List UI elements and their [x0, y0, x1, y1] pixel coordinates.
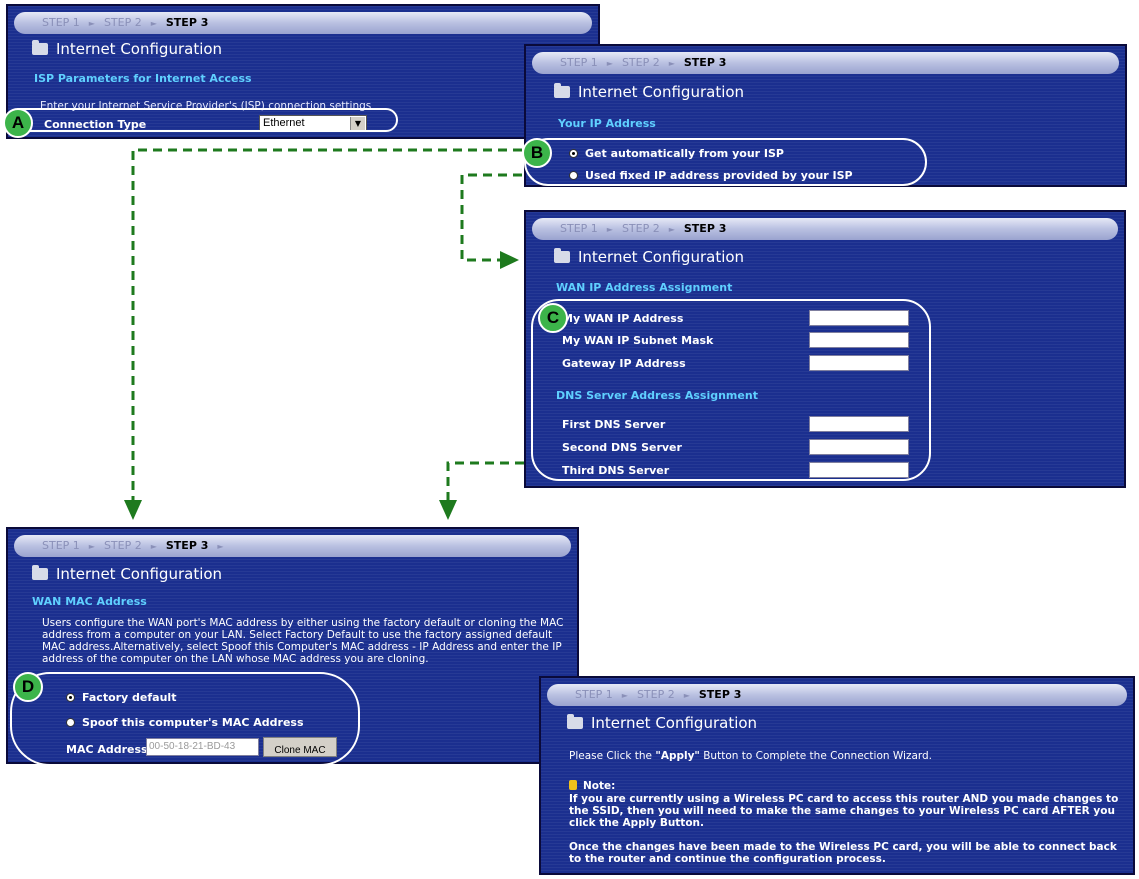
- step-bar: STEP 1 ► STEP 2 ► STEP 3: [532, 218, 1118, 240]
- step-3: STEP 3: [165, 539, 209, 552]
- step-arrow-icon: ►: [606, 59, 613, 68]
- step-arrow-icon: ►: [621, 691, 628, 700]
- page-title: Internet Configuration: [554, 248, 744, 266]
- step-arrow-icon: ►: [668, 225, 675, 234]
- step-3: STEP 3: [698, 688, 742, 701]
- arrow-a-to-d-line: [131, 148, 522, 500]
- folder-icon: [32, 40, 48, 55]
- step-arrow-icon: ►: [217, 542, 224, 551]
- step-1[interactable]: STEP 1: [42, 16, 80, 29]
- step-2[interactable]: STEP 2: [104, 16, 142, 29]
- arrow-a-to-d-head: [124, 500, 142, 520]
- arrow-c-to-d-head: [439, 500, 457, 520]
- step-3: STEP 3: [683, 56, 727, 69]
- callout-badge-c: C: [538, 303, 568, 333]
- step-bar: STEP 1 ► STEP 2 ► STEP 3: [547, 684, 1127, 706]
- page-title: Internet Configuration: [554, 83, 744, 101]
- step-arrow-icon: ►: [88, 19, 95, 28]
- folder-icon: [32, 565, 48, 580]
- step-arrow-icon: ►: [150, 542, 157, 551]
- mac-description: Users configure the WAN port's MAC addre…: [42, 617, 564, 665]
- step-arrow-icon: ►: [668, 59, 675, 68]
- step-1[interactable]: STEP 1: [560, 56, 598, 69]
- step-3: STEP 3: [683, 222, 727, 235]
- page-title: Internet Configuration: [32, 565, 222, 583]
- folder-icon: [554, 83, 570, 98]
- section-heading: ISP Parameters for Internet Access: [34, 72, 252, 85]
- callout-badge-b: B: [522, 138, 552, 168]
- folder-icon: [567, 714, 583, 729]
- step-arrow-icon: ►: [150, 19, 157, 28]
- folder-icon: [554, 248, 570, 263]
- arrow-c-to-d-line: [446, 461, 524, 500]
- step-2[interactable]: STEP 2: [622, 222, 660, 235]
- arrow-b-to-c-head: [500, 251, 519, 269]
- step-bar: STEP 1 ► STEP 2 ► STEP 3 ►: [14, 535, 571, 557]
- section-heading-wan: WAN IP Address Assignment: [556, 281, 733, 294]
- arrow-b-to-c-line: [460, 173, 522, 262]
- step-arrow-icon: ►: [683, 691, 690, 700]
- step-1[interactable]: STEP 1: [42, 539, 80, 552]
- step-3: STEP 3: [165, 16, 209, 29]
- page-title: Internet Configuration: [567, 714, 757, 732]
- note-text: If you are currently using a Wireless PC…: [569, 793, 1119, 829]
- panel-apply-confirmation: STEP 1 ► STEP 2 ► STEP 3 Internet Configurat…: [539, 676, 1135, 875]
- step-arrow-icon: ►: [606, 225, 613, 234]
- highlight-oval-a: [8, 108, 398, 132]
- page-title: Internet Configuration: [32, 40, 222, 58]
- step-arrow-icon: ►: [88, 542, 95, 551]
- followup-text: Once the changes have been made to the W…: [569, 841, 1117, 865]
- step-2[interactable]: STEP 2: [637, 688, 675, 701]
- callout-badge-d: D: [13, 672, 43, 702]
- note-heading: Note:: [569, 780, 615, 792]
- highlight-oval-d: [10, 672, 360, 766]
- step-1[interactable]: STEP 1: [575, 688, 613, 701]
- step-1[interactable]: STEP 1: [560, 222, 598, 235]
- step-bar: STEP 1 ► STEP 2 ► STEP 3: [14, 12, 592, 34]
- apply-instruction: Please Click the "Apply" Button to Compl…: [569, 750, 933, 762]
- callout-badge-a: A: [3, 108, 33, 138]
- hand-pointer-icon: [569, 780, 577, 790]
- highlight-oval-b: [524, 138, 927, 186]
- step-2[interactable]: STEP 2: [622, 56, 660, 69]
- section-heading: Your IP Address: [558, 117, 656, 130]
- highlight-oval-c: [531, 299, 931, 481]
- step-bar: STEP 1 ► STEP 2 ► STEP 3: [532, 52, 1119, 74]
- section-heading: WAN MAC Address: [32, 595, 147, 608]
- step-2[interactable]: STEP 2: [104, 539, 142, 552]
